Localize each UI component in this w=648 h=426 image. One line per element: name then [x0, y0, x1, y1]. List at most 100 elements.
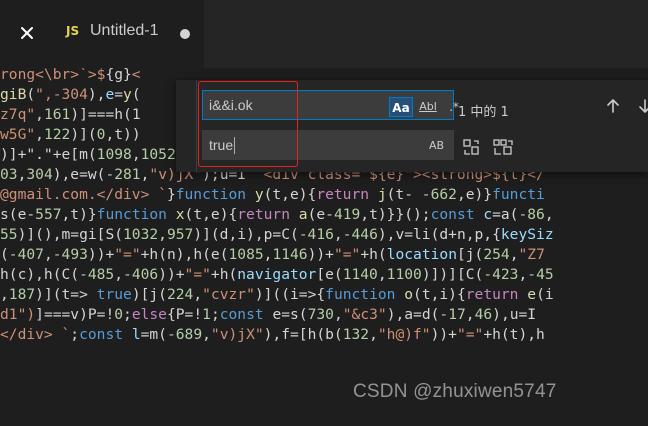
tab-bar: JS Untitled-1: [0, 0, 648, 68]
code-token: 1098: [96, 146, 132, 163]
code-token: ,: [333, 306, 343, 323]
code-token: ",-304: [35, 86, 88, 103]
code-token: +h(: [360, 246, 387, 263]
code-line[interactable]: s(e-557,t)}function x(t,e){return a(e-41…: [0, 205, 554, 225]
code-token: c: [483, 206, 493, 223]
code-token: ,: [114, 266, 124, 283]
code-token: ,: [158, 226, 167, 243]
code-token: 0: [114, 306, 124, 323]
code-token: <: [131, 68, 141, 83]
code-token: {P=!: [166, 306, 203, 323]
arrow-up-icon[interactable]: [604, 97, 622, 115]
code-token: )]((i=>{: [254, 286, 326, 303]
code-token: d1"): [0, 306, 36, 323]
code-token: [j(: [456, 246, 484, 263]
tab-untitled-1[interactable]: JS Untitled-1: [0, 0, 204, 68]
tab-title: Untitled-1: [90, 22, 159, 39]
code-line[interactable]: </div> `;const l=m(-689,"v)jX"),f=[h(b(1…: [0, 325, 554, 345]
code-token: const: [79, 326, 132, 343]
code-token: -423: [483, 266, 519, 283]
code-token: =: [114, 86, 124, 103]
code-line[interactable]: 55)](),m=gi[S(1032,957)](d,i),p=C(-416,-…: [0, 225, 554, 245]
code-token: const: [430, 206, 484, 223]
code-token: -407: [8, 246, 44, 263]
code-token: -485: [79, 266, 115, 283]
arrow-down-icon[interactable]: [636, 97, 648, 115]
code-line[interactable]: d1")]===v)P=!0;else{P=!1;const e=s(730,"…: [0, 305, 554, 325]
code-token: h(c),h(C(: [0, 266, 80, 283]
toggle-replace-button[interactable]: [180, 80, 197, 172]
code-token: (t,e){: [184, 206, 238, 223]
code-token: -17: [439, 306, 466, 323]
code-token: (e-: [307, 206, 334, 223]
replace-input-value: true: [209, 137, 234, 153]
replace-all-icon[interactable]: [492, 138, 514, 156]
code-token: ;: [210, 306, 220, 323]
code-token: l: [131, 326, 141, 343]
code-token: -406: [123, 266, 159, 283]
code-token: z7q": [0, 106, 36, 123]
find-input[interactable]: i&&i.ok Aa Abl .*: [202, 90, 459, 120]
code-token: -281: [105, 166, 141, 183]
code-token: ,t)}}();: [360, 206, 431, 223]
replace-icon[interactable]: [462, 138, 480, 156]
code-token: (t,e){: [263, 186, 317, 203]
code-token: return: [316, 186, 378, 203]
code-token: ))+: [158, 266, 185, 283]
code-token: -662: [421, 186, 457, 203]
code-token: x: [175, 206, 185, 223]
code-line[interactable]: @gmail.com.</div> `}function y(t,e){retu…: [0, 185, 554, 205]
code-line[interactable]: ,187)](t=> true)[j(224,"cvzr")]((i=>{fun…: [0, 285, 554, 305]
match-whole-word-toggle[interactable]: Abl: [417, 97, 439, 117]
code-token: keySiz: [500, 226, 554, 243]
code-token: ,: [518, 266, 528, 283]
code-token: 1140: [342, 266, 378, 283]
code-token: "=": [333, 246, 361, 263]
code-token: ,: [202, 326, 211, 343]
code-token: "=": [456, 326, 484, 343]
code-token: function: [325, 286, 405, 303]
code-token: ))+: [307, 246, 334, 263]
code-token: y: [254, 186, 264, 203]
code-token: -446: [342, 226, 378, 243]
code-token: ,: [544, 206, 554, 223]
code-token: 122: [43, 126, 71, 143]
js-file-icon: JS: [66, 24, 80, 38]
close-icon[interactable]: [14, 20, 40, 46]
code-token: e: [527, 286, 537, 303]
code-token: )[j(: [131, 286, 167, 303]
code-token: +h(n),h(e(: [140, 246, 229, 263]
code-token: ,: [35, 126, 44, 143]
code-token: 1: [202, 306, 211, 323]
code-token: )](),m=gi[S(: [17, 226, 124, 243]
match-case-toggle[interactable]: Aa: [389, 97, 413, 117]
code-token: 1052: [140, 146, 176, 163]
code-token: w5G": [0, 126, 36, 143]
code-token: ,: [43, 246, 53, 263]
code-token: ;: [70, 326, 80, 343]
code-line[interactable]: h(c),h(C(-485,-406))+"="+h(navigator[e(1…: [0, 265, 554, 285]
code-token: }: [166, 186, 176, 203]
code-token: </div> `: [0, 326, 71, 343]
code-token: ;: [123, 306, 132, 323]
code-token: ]===v)P=!: [35, 306, 115, 323]
code-token: 132: [342, 326, 370, 343]
code-token: 224: [166, 286, 194, 303]
code-token: 55: [0, 226, 18, 243]
unsaved-dot-icon[interactable]: [180, 29, 190, 39]
code-token: 1146: [272, 246, 308, 263]
code-token: ,: [0, 286, 9, 303]
code-token: ,: [193, 286, 203, 303]
code-token: -493: [52, 246, 88, 263]
code-line[interactable]: (-407,-493))+"="+h(n),h(e(1085,1146))+"=…: [0, 245, 554, 265]
code-token: ,: [509, 246, 519, 263]
code-token: [e(: [316, 266, 343, 283]
code-token: @gmail.com.</div> `: [0, 186, 167, 203]
preserve-case-toggle[interactable]: AB: [429, 136, 444, 156]
code-token: 557: [35, 206, 62, 223]
code-token: return: [237, 206, 299, 223]
replace-input[interactable]: true AB: [202, 130, 454, 160]
code-token: ))+: [430, 326, 457, 343]
find-replace-widget: i&&i.ok Aa Abl .* 1 中的 1 true AB: [176, 80, 648, 172]
code-token: o: [404, 286, 414, 303]
